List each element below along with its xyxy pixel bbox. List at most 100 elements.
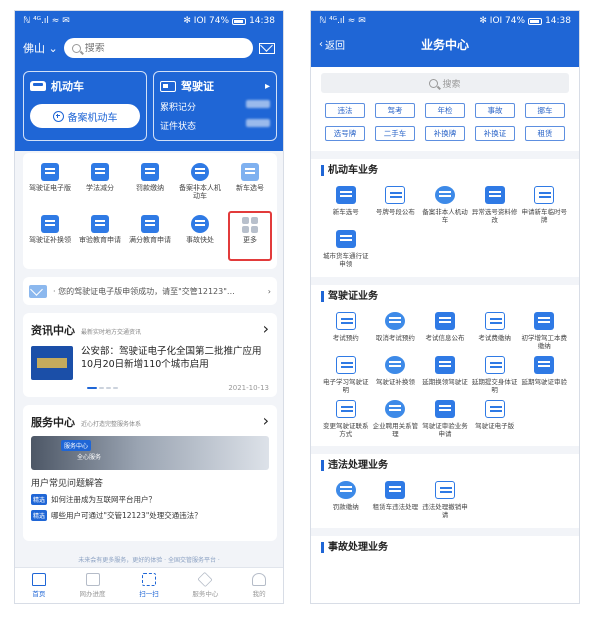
service-icon — [484, 311, 505, 330]
business-service-item[interactable]: 驾驶证审验业务申请 — [420, 400, 470, 438]
home-search[interactable] — [63, 38, 253, 58]
service-more[interactable]: 更多 — [228, 211, 272, 261]
business-service-item[interactable]: 延期驾驶证审验 — [519, 355, 569, 394]
filter-chip[interactable]: 年检 — [425, 103, 465, 118]
service-label: 备案非本人机动车 — [179, 184, 221, 201]
service-icon — [534, 186, 555, 204]
business-search[interactable]: 搜索 — [321, 73, 569, 93]
business-service-item[interactable]: 号牌号段公布 — [371, 186, 421, 224]
faq-title: 用户常见问题解答 — [31, 479, 104, 489]
score-icon — [141, 215, 159, 233]
faq-item[interactable]: 精选 如何注册成为互联网平台用户？ — [31, 494, 269, 505]
city-selector[interactable]: 佛山 ⌄ — [23, 40, 58, 56]
filter-chip[interactable]: 补换证 — [475, 126, 515, 141]
page-title: 业务中心 — [420, 37, 469, 52]
faq-text: 哪些用户可通过"交管12123"处理交通违法？ — [51, 511, 202, 520]
business-service-item[interactable]: 驾驶证补换领 — [371, 355, 421, 394]
tab-service-center[interactable]: 服务中心 — [192, 571, 219, 598]
filter-chip[interactable]: 挪车 — [525, 103, 565, 118]
notice-banner[interactable]: · 您的驾驶证电子版申领成功，请至"交管12123"… › — [23, 277, 277, 305]
business-service-item[interactable]: 备案非本人机动车 — [420, 186, 470, 224]
service-icon — [434, 400, 455, 418]
tab-home[interactable]: 首页 — [31, 573, 46, 598]
status-bar: ℕ ⁴ᴳ.ıl ≈ ✉ ✻ ⅠOⅠ 74% 14:38 — [311, 11, 579, 31]
diamond-icon — [197, 571, 214, 588]
business-category: 驾驶证业务 考试预约 取消考试预约 考试信息公布 考试费缴纳 初学增驾工本费缴纳 电子学习驾… — [311, 285, 579, 447]
home-search-input[interactable] — [84, 42, 245, 54]
service-label: 取消考试预约 — [375, 333, 415, 342]
business-service-item[interactable]: 延期提交身体证明 — [470, 355, 520, 394]
business-service-item[interactable]: 罚款缴纳 — [321, 481, 371, 519]
service-label: 考试信息公布 — [425, 333, 465, 342]
business-service-item[interactable]: 初学增驾工本费缴纳 — [519, 311, 569, 350]
service-study[interactable]: 学法减分 — [75, 159, 125, 211]
search-icon — [71, 43, 81, 53]
tab-me[interactable]: 我的 — [252, 573, 267, 598]
monitor-icon — [85, 573, 100, 586]
service-label: 延期换领驾驶证 — [422, 377, 468, 386]
filter-chip[interactable]: 二手车 — [375, 126, 415, 141]
service-new-plate[interactable]: 新车选号 — [225, 159, 275, 211]
service-icon — [434, 481, 455, 500]
service-label: 租赁车违法处理 — [372, 503, 419, 512]
service-icon — [484, 186, 505, 204]
business-service-item[interactable]: 取消考试预约 — [371, 311, 421, 350]
add-vehicle-button[interactable]: 备案机动车 — [30, 104, 140, 128]
service-banner[interactable]: 服务中心 全心服务 — [31, 436, 269, 470]
tab-progress[interactable]: 网办进度 — [80, 573, 106, 598]
service-audit-edu[interactable]: 审验教育申请 — [75, 211, 125, 263]
news-section[interactable]: 资讯中心 最新实时地方交通资讯 › 公安部：驾驶证电子化全国第二批推广应用 10… — [23, 313, 277, 397]
service-center-subtitle: 近心打造完整服务体系 — [81, 421, 142, 428]
filter-chip[interactable]: 事故 — [475, 103, 515, 118]
business-service-item[interactable]: 考试信息公布 — [420, 311, 470, 350]
filter-chip[interactable]: 违法 — [325, 103, 365, 118]
license-card[interactable]: 驾驶证 ▸ 累积记分 证件状态 — [153, 71, 277, 141]
business-service-item[interactable]: 变更驾驶证联系方式 — [321, 400, 371, 438]
business-service-item[interactable]: 城市货车通行证申领 — [321, 230, 371, 268]
service-label: 初学增驾工本费缴纳 — [521, 333, 567, 350]
business-service-item[interactable]: 企业聘用关系管理 — [371, 400, 421, 438]
business-service-item[interactable]: 违法处理撤销申请 — [420, 481, 470, 519]
business-service-item[interactable]: 新车选号 — [321, 186, 371, 224]
tab-label: 服务中心 — [192, 590, 219, 598]
business-center-screen: ℕ ⁴ᴳ.ıl ≈ ✉ ✻ ⅠOⅠ 74% 14:38 ‹ 返回 业务中心 搜索 … — [310, 10, 580, 604]
service-accident[interactable]: 事故快处 — [175, 211, 225, 263]
chevron-right-icon[interactable]: › — [263, 411, 269, 430]
business-service-item[interactable]: 电子学习驾驶证明 — [321, 355, 371, 394]
chevron-right-icon: › — [262, 319, 269, 338]
vehicle-card[interactable]: 机动车 备案机动车 — [23, 71, 147, 141]
business-service-item[interactable]: 考试费缴纳 — [470, 311, 520, 350]
mail-icon[interactable] — [259, 42, 275, 54]
service-full-score-edu[interactable]: 满分教育申请 — [125, 211, 175, 263]
faq-item[interactable]: 精选 哪些用户可通过"交管12123"处理交通违法？ — [31, 510, 269, 521]
service-label: 延期驾驶证审验 — [521, 377, 567, 386]
business-service-item[interactable]: 申请新车临时号牌 — [519, 186, 569, 224]
back-button[interactable]: ‹ 返回 — [319, 37, 345, 52]
filter-chip[interactable]: 驾考 — [375, 103, 415, 118]
business-service-item[interactable]: 租赁车违法处理 — [371, 481, 421, 519]
filter-chip[interactable]: 选号牌 — [325, 126, 365, 141]
service-fine[interactable]: 罚款缴纳 — [125, 159, 175, 211]
signal-indicator: ℕ ⁴ᴳ.ıl ≈ ✉ — [319, 16, 366, 26]
home-screen: ℕ ⁴ᴳ.ıl ≈ ✉ ✻ ⅠOⅠ 74% 14:38 佛山 ⌄ 机动车 备案机… — [14, 10, 284, 604]
battery-text: ✻ ⅠOⅠ 74% — [479, 16, 526, 26]
service-label: 企业聘用关系管理 — [372, 422, 419, 439]
filter-chip[interactable]: 租赁 — [525, 126, 565, 141]
business-service-item[interactable]: 异常选号资料修改 — [470, 186, 520, 224]
tab-scan[interactable]: 扫一扫 — [139, 573, 159, 598]
service-register-car[interactable]: 备案非本人机动车 — [175, 159, 225, 211]
faq-tag: 精选 — [31, 494, 48, 505]
service-label: 考试预约 — [332, 333, 359, 342]
business-service-item[interactable]: 考试预约 — [321, 311, 371, 350]
tab-label: 网办进度 — [79, 590, 106, 598]
status-value-blurred — [246, 119, 270, 127]
news-headline[interactable]: 公安部：驾驶证电子化全国第二批推广应用 10月20日新增110个城市启用 — [81, 346, 269, 380]
service-license-replace[interactable]: 驾驶证补换领 — [25, 211, 75, 263]
service-license-e[interactable]: 驾驶证电子版 — [25, 159, 75, 211]
service-label: 驾驶证电子版 — [475, 422, 515, 430]
filter-chip[interactable]: 补换牌 — [425, 126, 465, 141]
battery-icon — [528, 17, 543, 25]
business-service-item[interactable]: 延期换领驾驶证 — [420, 355, 470, 394]
account-cards: 机动车 备案机动车 驾驶证 ▸ 累积记分 证件状态 — [23, 71, 277, 141]
business-service-item[interactable]: 驾驶证电子版 — [470, 400, 520, 438]
